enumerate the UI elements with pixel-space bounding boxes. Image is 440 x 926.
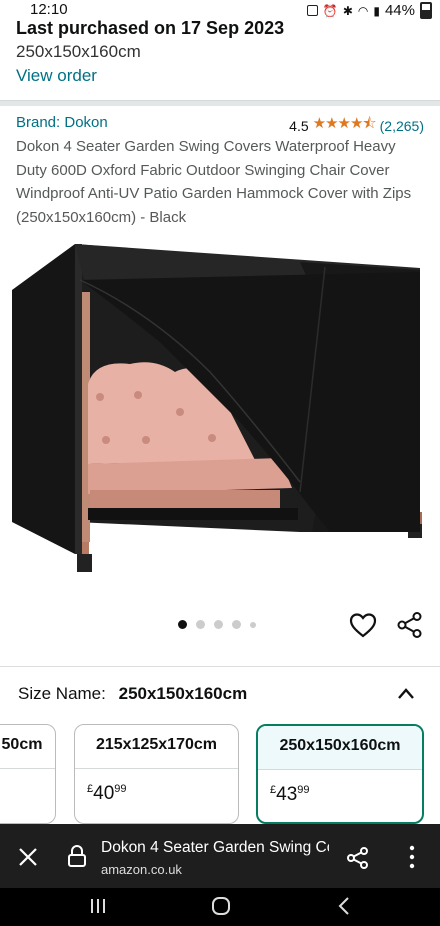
status-time: 12:10: [30, 1, 68, 18]
signal-icon: ▮: [373, 3, 380, 18]
system-nav-bar: [0, 888, 440, 926]
browser-share-icon[interactable]: [346, 846, 370, 870]
size-option[interactable]: 215x125x170cm £4099: [74, 724, 239, 824]
carousel-dot[interactable]: [232, 620, 241, 629]
size-option[interactable]: 50cm: [0, 724, 56, 824]
screen: 12:10 ⏰ ✱ ◠ ▮ 44% Last purchased on 17 S…: [0, 0, 440, 926]
size-option-label: 50cm: [0, 725, 55, 769]
status-bar: 12:10 ⏰ ✱ ◠ ▮ 44%: [0, 0, 440, 20]
last-purchased-title: Last purchased on 17 Sep 2023: [16, 18, 285, 38]
price-fraction: 99: [114, 783, 127, 795]
wishlist-heart-icon[interactable]: [348, 610, 378, 640]
size-option-label: 215x125x170cm: [75, 725, 238, 769]
wifi-icon: ◠: [357, 3, 369, 18]
battery-percent: 44%: [384, 2, 415, 19]
carousel-dot[interactable]: [178, 620, 187, 629]
view-order-link[interactable]: View order: [16, 66, 97, 86]
more-options-icon[interactable]: [404, 844, 420, 870]
last-purchased-card: Last purchased on 17 Sep 2023 250x150x16…: [0, 18, 440, 98]
swing-cover-illustration: [12, 244, 422, 572]
size-name-row[interactable]: Size Name: 250x150x160cm: [18, 684, 247, 704]
notification-icon: [306, 5, 318, 16]
battery-icon: [420, 2, 432, 19]
carousel-dot[interactable]: [196, 620, 205, 629]
bluetooth-icon: ✱: [342, 3, 353, 18]
chevron-up-icon[interactable]: [396, 684, 416, 704]
browser-bottom-bar: Dokon 4 Seater Garden Swing Covers Water…: [0, 824, 440, 888]
browser-domain[interactable]: amazon.co.uk: [101, 862, 182, 877]
carousel-dots[interactable]: [178, 620, 256, 629]
size-option-price: £4099: [75, 769, 238, 805]
size-option-label: 250x150x160cm: [258, 726, 422, 770]
divider: [0, 666, 440, 667]
price-fraction: 99: [297, 784, 310, 796]
share-icon[interactable]: [396, 611, 424, 639]
home-icon[interactable]: [210, 896, 232, 916]
size-option-price: £4399: [258, 770, 422, 806]
size-option-selected[interactable]: 250x150x160cm £4399: [256, 724, 424, 824]
close-icon[interactable]: [17, 846, 39, 868]
alarm-icon: ⏰: [322, 3, 338, 18]
lock-icon: [68, 845, 86, 867]
last-purchased-size: 250x150x160cm: [16, 42, 141, 61]
section-divider: [0, 100, 440, 106]
carousel-dot[interactable]: [250, 621, 256, 628]
review-count-link[interactable]: (2,265): [380, 118, 424, 134]
size-name-value: 250x150x160cm: [118, 684, 248, 703]
product-image[interactable]: [0, 232, 440, 592]
recent-apps-icon[interactable]: [88, 896, 108, 916]
browser-page-title[interactable]: Dokon 4 Seater Garden Swing Covers Water…: [101, 839, 329, 857]
brand-link[interactable]: Brand: Dokon: [16, 114, 108, 131]
size-name-label: Size Name:: [18, 684, 106, 703]
price-whole: 43: [276, 784, 298, 805]
carousel-dot[interactable]: [214, 620, 223, 629]
price-whole: 40: [93, 783, 115, 804]
status-icons: ⏰ ✱ ◠ ▮ 44%: [306, 2, 432, 19]
rating-value: 4.5: [289, 117, 309, 134]
product-title: Dokon 4 Seater Garden Swing Covers Water…: [16, 138, 412, 226]
back-icon[interactable]: [336, 896, 352, 916]
